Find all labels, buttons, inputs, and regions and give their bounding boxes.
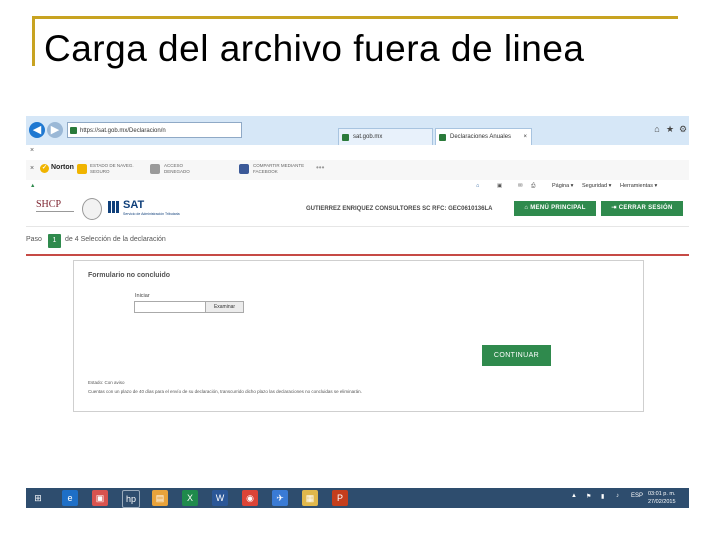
- home-icon[interactable]: ⌂: [652, 124, 662, 134]
- tab-declaraciones[interactable]: Declaraciones Anuales ×: [435, 128, 532, 145]
- tab-favicon-icon: [439, 134, 446, 141]
- tab-label: sat.gob.mx: [353, 134, 383, 140]
- windows-start-icon[interactable]: ⊞: [30, 490, 46, 506]
- feeds-icon[interactable]: ▣: [497, 183, 502, 189]
- step-text: de 4 Selección de la declaración: [65, 236, 166, 243]
- step-label: Paso: [26, 236, 42, 243]
- page-menu[interactable]: Página ▾: [552, 183, 573, 189]
- home-cmd-icon[interactable]: ⌂: [476, 183, 479, 189]
- excel-icon[interactable]: X: [182, 490, 198, 506]
- more-dots-icon[interactable]: •••: [316, 164, 324, 172]
- command-bar: ▲ ⌂ ▣ ✉ ⎙ Página ▾ Seguridad ▾ Herramien…: [26, 180, 689, 195]
- tab-label: Declaraciones Anuales: [450, 134, 512, 140]
- tray-up-icon[interactable]: ▲: [571, 493, 577, 499]
- security-menu[interactable]: Seguridad ▾: [582, 183, 611, 189]
- notice-text: Cuentas con un plazo de 40 días para el …: [88, 389, 362, 394]
- slide-title: Carga del archivo fuera de linea: [44, 28, 585, 69]
- file-path-input[interactable]: [134, 301, 206, 313]
- sat-header: SHCP SAT Servicio de Administración Trib…: [26, 194, 689, 227]
- secure-status-icon: [77, 164, 87, 174]
- slide-left-rule: [32, 16, 35, 66]
- screenshot: ◀ ▶ https://sat.gob.mx/Declaracion/n sat…: [26, 116, 689, 508]
- internet-explorer-icon[interactable]: e: [62, 490, 78, 506]
- app-icon-2[interactable]: ✈: [272, 490, 288, 506]
- address-bar[interactable]: https://sat.gob.mx/Declaracion/n: [67, 122, 242, 138]
- examinar-button[interactable]: Examinar: [205, 301, 244, 313]
- back-arrow-icon[interactable]: ◀: [29, 122, 45, 138]
- menu-principal-button[interactable]: ⌂ MENÚ PRINCIPAL: [514, 201, 596, 216]
- tray-network-icon[interactable]: ▮: [601, 493, 604, 500]
- file-label: Iniciar: [135, 293, 150, 299]
- sat-logo: SAT: [123, 199, 145, 211]
- windows-taskbar: ⊞ e ▣ hp ▤ X W ◉ ✈ ▦ P ▲ ⚑ ▮ ♪ ESP 03:01…: [26, 488, 689, 508]
- form-panel: Formulario no concluido Iniciar Examinar…: [73, 260, 644, 412]
- address-url: https://sat.gob.mx/Declaracion/n: [80, 128, 166, 134]
- notification-close-icon[interactable]: ×: [30, 147, 34, 154]
- settings-gear-icon[interactable]: ⚙: [678, 124, 688, 134]
- access-icon: [150, 164, 160, 174]
- shcp-logo: SHCP: [36, 199, 62, 210]
- logout-icon: ⇥: [611, 205, 619, 211]
- notification-strip: ×: [26, 145, 689, 161]
- taxpayer-name: GUTIERREZ ENRIQUEZ CONSULTORES SC RFC: G…: [306, 206, 493, 212]
- norton-toolbar: × ✓ Norton ESTADO DE NAVEG. SEGURO ACCESO…: [26, 160, 689, 181]
- print-icon[interactable]: ⎙: [531, 183, 535, 190]
- tray-flag-icon[interactable]: ⚑: [586, 493, 591, 500]
- word-icon[interactable]: W: [212, 490, 228, 506]
- hp-icon[interactable]: hp: [122, 490, 140, 508]
- powerpoint-icon[interactable]: P: [332, 490, 348, 506]
- step-divider: [26, 254, 689, 256]
- site-favicon-icon: [70, 127, 77, 134]
- norton-check-icon: ✓: [40, 164, 49, 173]
- suggested-sites-icon[interactable]: ▲: [30, 183, 35, 189]
- tray-volume-icon[interactable]: ♪: [616, 493, 619, 499]
- tab-sat[interactable]: sat.gob.mx: [338, 128, 433, 145]
- form-title: Formulario no concluido: [88, 272, 171, 279]
- mail-icon[interactable]: ✉: [518, 183, 523, 189]
- app-icon-1[interactable]: ▣: [92, 490, 108, 506]
- favorites-star-icon[interactable]: ★: [665, 124, 675, 134]
- forward-arrow-icon[interactable]: ▶: [47, 122, 63, 138]
- step-number-badge: 1: [48, 234, 61, 248]
- tray-language[interactable]: ESP: [631, 493, 643, 499]
- continuar-button[interactable]: CONTINUAR: [482, 345, 551, 366]
- taskbar-clock[interactable]: 03:01 p. m. 27/02/2015: [648, 490, 676, 506]
- slide-top-rule: [32, 16, 678, 19]
- sat-logo-subtitle: Servicio de Administración Tributaria: [123, 212, 180, 216]
- file-explorer-icon[interactable]: ▦: [302, 490, 318, 506]
- tab-favicon-icon: [342, 134, 349, 141]
- tools-menu[interactable]: Herramientas ▾: [620, 183, 657, 189]
- norton-item-status[interactable]: ESTADO DE NAVEG. SEGURO: [90, 163, 134, 175]
- step-indicator: Paso 1 de 4 Selección de la declaración: [26, 234, 689, 254]
- folder-icon[interactable]: ▤: [152, 490, 168, 506]
- norton-item-access[interactable]: ACCESO DENEGADO: [164, 163, 190, 175]
- cerrar-sesion-button[interactable]: ⇥ CERRAR SESIÓN: [601, 201, 683, 216]
- chrome-icon[interactable]: ◉: [242, 490, 258, 506]
- sat-mark-icon: [108, 201, 120, 213]
- facebook-icon: [239, 164, 249, 174]
- coat-of-arms-icon: [82, 198, 102, 220]
- norton-item-facebook[interactable]: COMPARTIR MEDIANTE FACEBOOK: [253, 163, 304, 175]
- tab-close-icon[interactable]: ×: [523, 129, 527, 146]
- browser-tab-bar: ◀ ▶ https://sat.gob.mx/Declaracion/n sat…: [26, 116, 689, 146]
- norton-logo[interactable]: ✓ Norton: [40, 164, 74, 173]
- status-text: Estado: Con aviso: [88, 380, 125, 385]
- toolbar-close-icon[interactable]: ×: [30, 165, 34, 172]
- shcp-divider: [36, 211, 74, 218]
